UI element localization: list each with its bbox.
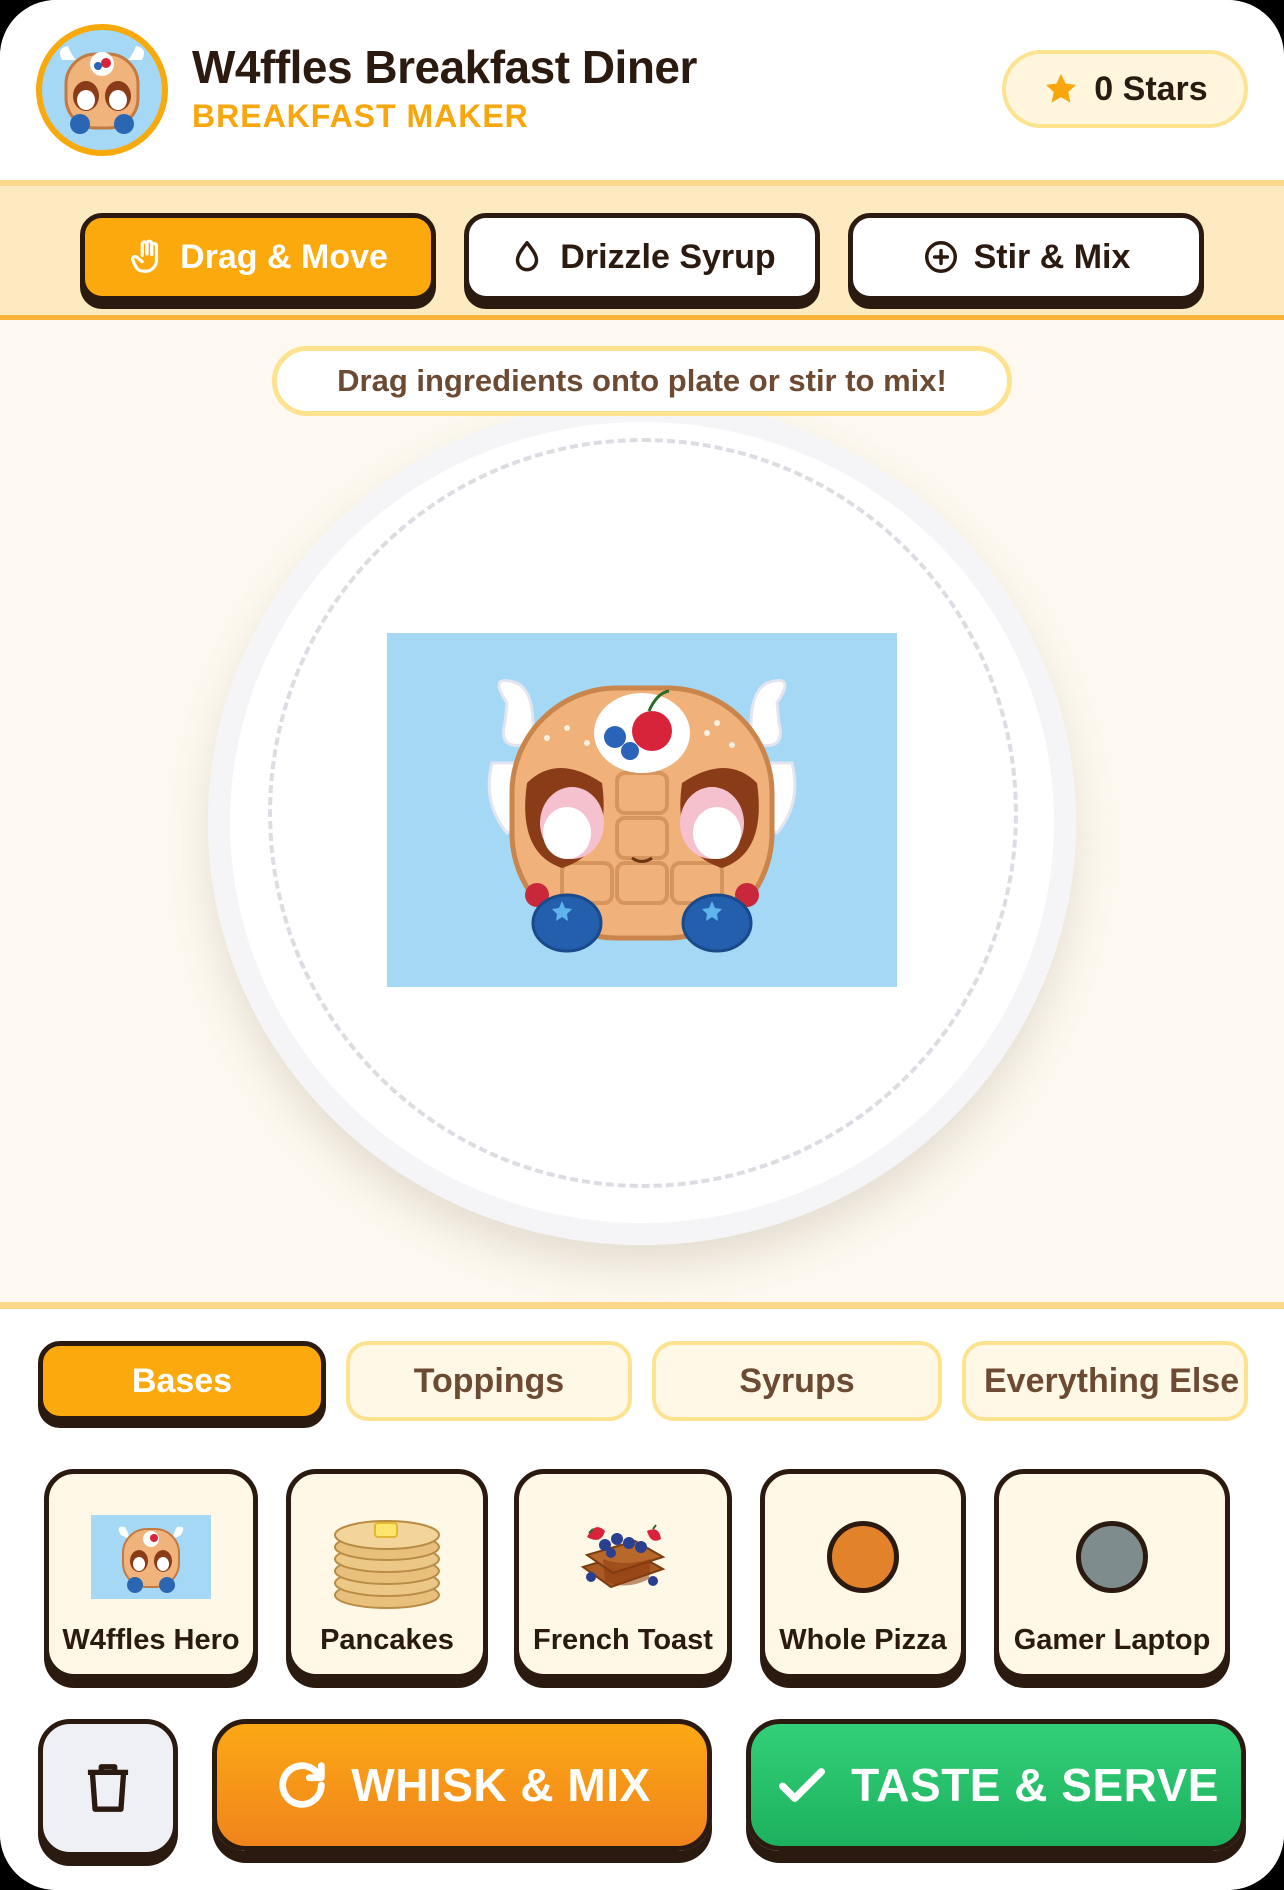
app-subtitle: BREAKFAST MAKER — [192, 98, 529, 134]
ingredient-label: Pancakes — [320, 1624, 454, 1656]
ingredient-card-gamer-laptop[interactable]: Gamer Laptop — [994, 1469, 1230, 1679]
refresh-icon — [279, 1762, 326, 1808]
hint-banner: Drag ingredients onto plate or stir to m… — [272, 346, 1012, 416]
laptop-color-dot — [1076, 1521, 1148, 1593]
ingredient-label: Whole Pizza — [779, 1624, 947, 1656]
taste-serve-label: TASTE & SERVE — [851, 1759, 1219, 1811]
ingredient-label: French Toast — [533, 1624, 713, 1656]
waffle-mascot-icon — [60, 46, 144, 134]
french-toast-image — [580, 1524, 666, 1589]
taste-serve-button[interactable]: TASTE & SERVE — [746, 1719, 1246, 1851]
trash-button[interactable] — [38, 1719, 178, 1857]
droplet-icon — [516, 241, 539, 272]
ingredient-card-whole-pizza[interactable]: Whole Pizza — [760, 1469, 966, 1679]
ingredient-card-pancakes[interactable]: Pancakes — [286, 1469, 488, 1679]
star-icon — [1046, 73, 1077, 103]
drag-move-label: Drag & Move — [180, 237, 388, 276]
app-frame: W4ffles Breakfast Diner BREAKFAST MAKER … — [0, 0, 1284, 1890]
drizzle-syrup-label: Drizzle Syrup — [560, 237, 776, 276]
ingredient-label: W4ffles Hero — [62, 1624, 240, 1656]
stars-badge: 0 Stars — [1002, 50, 1248, 128]
stir-mix-label: Stir & Mix — [973, 237, 1131, 276]
tool-bar: Drag & Move Drizzle Syrup Stir & Mix — [0, 180, 1284, 320]
work-area: Drag ingredients onto plate or stir to m… — [0, 320, 1284, 1302]
plus-circle-icon — [924, 241, 957, 273]
pizza-color-dot — [827, 1521, 899, 1593]
drizzle-syrup-tool-button[interactable]: Drizzle Syrup — [464, 213, 820, 301]
plate-item-w4ffles-hero[interactable] — [387, 633, 897, 987]
waffle-character-image — [91, 1515, 211, 1599]
header: W4ffles Breakfast Diner BREAKFAST MAKER … — [0, 0, 1284, 180]
hand-pointer-icon — [131, 239, 159, 273]
whisk-mix-button[interactable]: WHISK & MIX — [212, 1719, 712, 1851]
stir-mix-tool-button[interactable]: Stir & Mix — [848, 213, 1204, 301]
tab-syrups[interactable]: Syrups — [652, 1341, 942, 1421]
trash-icon — [87, 1764, 129, 1812]
tab-toppings[interactable]: Toppings — [346, 1341, 632, 1421]
ingredient-card-w4ffles-hero[interactable]: W4ffles Hero — [44, 1469, 258, 1679]
ingredient-card-french-toast[interactable]: French Toast — [514, 1469, 732, 1679]
tab-bases[interactable]: Bases — [38, 1341, 326, 1421]
stars-count: 0 Stars — [1094, 69, 1208, 108]
tab-everything-else[interactable]: Everything Else — [962, 1341, 1248, 1421]
check-icon — [779, 1768, 826, 1802]
waffle-character-image — [487, 679, 797, 953]
whisk-mix-label: WHISK & MIX — [351, 1759, 651, 1811]
ingredient-label: Gamer Laptop — [1013, 1624, 1211, 1656]
app-title: W4ffles Breakfast Diner — [192, 41, 697, 93]
drag-move-tool-button[interactable]: Drag & Move — [80, 213, 436, 301]
pancake-stack-image — [334, 1520, 440, 1609]
ingredient-panel: Bases Toppings Syrups Everything Else W4… — [0, 1302, 1284, 1890]
app-avatar — [36, 24, 168, 156]
